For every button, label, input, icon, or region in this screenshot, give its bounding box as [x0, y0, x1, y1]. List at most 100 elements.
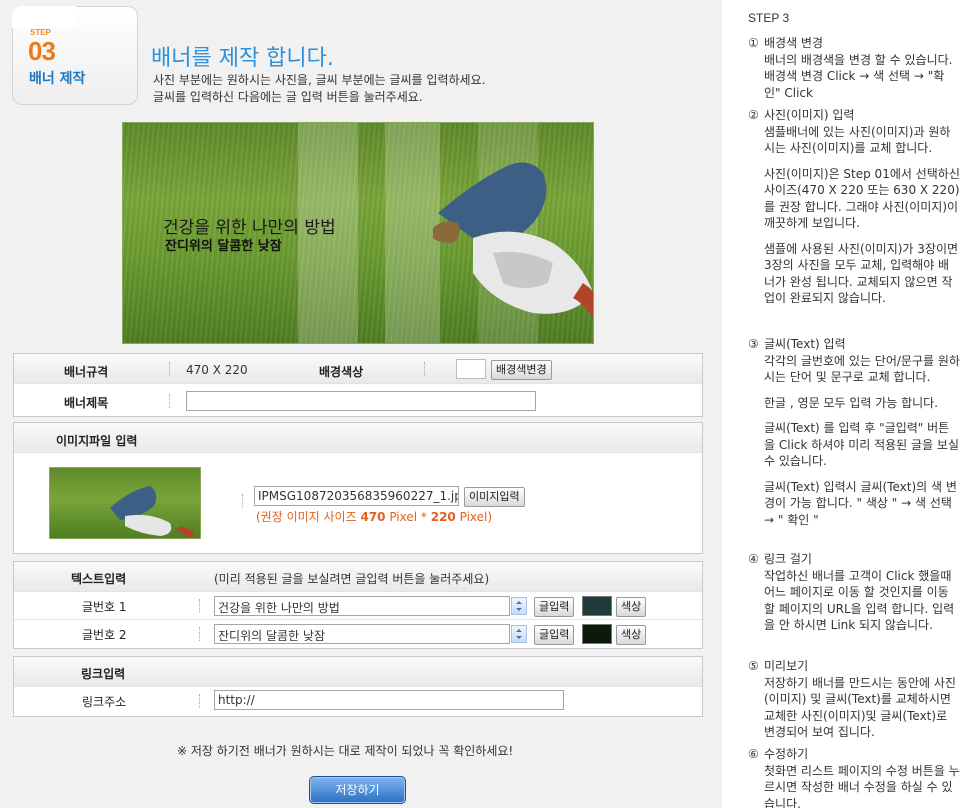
- text-row-1-color-swatch[interactable]: [582, 596, 612, 616]
- image-size-hint-height: 220: [430, 510, 456, 524]
- help-item-text-input: ③ 글씨(Text) 입력 각각의 글번호에 있는 단어/문구를 원하시는 단어…: [748, 336, 960, 528]
- help-item-number: ③: [748, 337, 759, 351]
- help-item-text: 글씨(Text) 를 입력 후 "글입력" 버튼을 Click 하셔야 미리 적…: [764, 421, 960, 468]
- image-input-label: 이미지파일 입력: [56, 434, 138, 448]
- text-input-panel: 텍스트입력 (미리 적용된 글을 보실려면 글입력 버튼을 눌러주세요) 글번호…: [13, 561, 703, 649]
- text-row-1-stepper[interactable]: [511, 597, 527, 615]
- help-item-text: 한글 , 영문 모두 입력 가능 합니다.: [764, 395, 939, 410]
- step-title: 배너 제작: [29, 71, 86, 87]
- step-number: 03: [28, 36, 56, 66]
- banner-editor: STEP 03 배너 제작 배너를 제작 합니다. 사진 부분에는 원하시는 사…: [0, 0, 722, 808]
- help-item-heading: 사진(이미지) 입력: [764, 108, 855, 122]
- divider: [199, 627, 200, 641]
- link-input-panel: 링크입력 링크주소 http://: [13, 656, 703, 717]
- text-row-1-input[interactable]: 건강을 위한 나만의 방법: [214, 596, 510, 616]
- image-upload-button[interactable]: 이미지입력: [464, 487, 525, 507]
- help-item-text: 글씨(Text) 입력시 글씨(Text)의 색 변경이 가능 합니다. " 색…: [764, 479, 957, 527]
- text-input-instruction: (미리 적용된 글을 보실려면 글입력 버튼을 눌러주세요): [214, 572, 490, 586]
- image-size-hint-prefix: (권장 이미지 사이즈: [256, 510, 361, 524]
- help-item-edit: ⑥ 수정하기 첫화면 리스트 페이지의 수정 버튼을 누르시면 작성한 배너 수…: [748, 746, 960, 808]
- text-row-2-label: 글번호 2: [82, 628, 127, 642]
- text-row-1: 글번호 1 건강을 위한 나만의 방법 글입력 색상: [14, 592, 702, 620]
- divider: [199, 599, 200, 613]
- page-description-line: 글씨를 입력하신 다음에는 글 입력 버튼을 눌러주세요.: [153, 90, 423, 104]
- banner-title-label: 배너제목: [64, 396, 109, 410]
- text-row-2: 글번호 2 잔디위의 달콤한 낮잠 글입력 색상: [14, 620, 702, 648]
- link-input-header: 링크입력: [14, 657, 702, 687]
- page-description-line: 사진 부분에는 원하시는 사진을, 글씨 부분에는 글씨를 입력하세요.: [153, 73, 486, 87]
- help-item-image-input: ② 사진(이미지) 입력 샘플배너에 있는 사진(이미지)과 원하시는 사진(이…: [748, 107, 960, 307]
- page-description: 사진 부분에는 원하시는 사진을, 글씨 부분에는 글씨를 입력하세요. 글씨를…: [153, 72, 485, 106]
- text-row-1-color-button[interactable]: 색상: [616, 597, 647, 617]
- save-button[interactable]: 저장하기: [309, 776, 406, 804]
- help-item-link: ④ 링크 걸기 작업하신 배너를 고객이 Click 했을때 어느 페이지로 이…: [748, 551, 960, 634]
- help-item-number: ⑤: [748, 659, 759, 673]
- banner-title-input[interactable]: [186, 391, 536, 411]
- text-row-2-color-button[interactable]: 색상: [616, 625, 647, 645]
- help-item-text: 배너의 배경색을 변경 할 수 있습니다. 배경색 변경 Click → 색 선…: [764, 52, 953, 100]
- link-address-row: 링크주소 http://: [14, 687, 702, 716]
- help-item-number: ⑥: [748, 747, 759, 761]
- help-item-number: ②: [748, 108, 759, 122]
- help-item-number: ④: [748, 552, 759, 566]
- text-row-1-label: 글번호 1: [82, 600, 127, 614]
- banner-spec-panel: 배너규격 470 X 220 배경색상 배경색변경 배너제목: [13, 353, 703, 417]
- divider: [242, 494, 243, 508]
- help-item-heading: 수정하기: [764, 747, 809, 761]
- help-item-background-color: ① 배경색 변경 배너의 배경색을 변경 할 수 있습니다. 배경색 변경 Cl…: [748, 35, 960, 101]
- image-input-panel: 이미지파일 입력 IPMSG108720356835960227_1.jpg 이…: [13, 422, 703, 554]
- image-input-body: IPMSG108720356835960227_1.jpg 이미지입력 (권장 …: [14, 454, 702, 553]
- banner-preview[interactable]: 건강을 위한 나만의 방법 잔디위의 달콤한 낮잠: [122, 122, 594, 344]
- help-item-heading: 링크 걸기: [764, 552, 812, 566]
- sidebar-title: STEP 3: [748, 11, 790, 25]
- background-color-swatch[interactable]: [456, 359, 486, 379]
- thumbnail-photo: [110, 486, 195, 538]
- banner-title-row: 배너제목: [14, 386, 702, 416]
- help-item-heading: 배경색 변경: [764, 36, 824, 50]
- text-row-2-input[interactable]: 잔디위의 달콤한 낮잠: [214, 624, 510, 644]
- help-item-heading: 미리보기: [764, 659, 809, 673]
- save-notice: ※ 저장 하기전 배너가 원하시는 대로 제작이 되었나 꼭 확인하세요!: [177, 744, 514, 758]
- image-size-hint: (권장 이미지 사이즈 470 Pixel * 220 Pixel): [256, 508, 492, 525]
- photo-slice-overlay: [385, 123, 440, 343]
- help-sidebar: STEP 3 ① 배경색 변경 배너의 배경색을 변경 할 수 있습니다. 배경…: [738, 0, 964, 808]
- image-size-hint-suffix: Pixel): [455, 510, 493, 524]
- text-row-2-color-swatch[interactable]: [582, 624, 612, 644]
- help-item-text: 작업하신 배너를 고객이 Click 했을때 어느 페이지로 이동 할 것인지를…: [764, 568, 955, 633]
- link-input-label: 링크입력: [81, 667, 126, 681]
- image-input-header: 이미지파일 입력: [14, 423, 702, 453]
- divider: [199, 694, 200, 708]
- change-background-color-button[interactable]: 배경색변경: [491, 360, 552, 380]
- help-item-text: 샘플배너에 있는 사진(이미지)과 원하시는 사진(이미지)를 교체 합니다.: [764, 124, 951, 156]
- help-item-number: ①: [748, 36, 759, 50]
- text-row-2-apply-button[interactable]: 글입력: [534, 625, 575, 645]
- help-item-preview: ⑤ 미리보기 저장하기 배너를 만드시는 동안에 사진(이미지) 및 글씨(Te…: [748, 658, 960, 741]
- text-input-header: 텍스트입력 (미리 적용된 글을 보실려면 글입력 버튼을 눌러주세요): [14, 562, 702, 592]
- help-item-text: 샘플에 사용된 사진(이미지)가 3장이면 3장의 사진을 모두 교체, 입력해…: [764, 241, 959, 306]
- banner-size-label: 배너규격: [64, 365, 109, 379]
- text-row-1-apply-button[interactable]: 글입력: [534, 597, 575, 617]
- divider: [424, 362, 425, 376]
- link-address-input[interactable]: http://: [214, 690, 564, 710]
- banner-size-row: 배너규격 470 X 220 배경색상 배경색변경: [14, 354, 702, 384]
- divider: [169, 394, 170, 408]
- image-size-hint-mid: Pixel *: [385, 510, 431, 524]
- text-row-2-stepper[interactable]: [511, 625, 527, 643]
- step-badge-tab: [12, 6, 76, 28]
- banner-size-value: 470 X 220: [186, 363, 248, 377]
- divider: [169, 362, 170, 376]
- help-item-text: 저장하기 배너를 만드시는 동안에 사진(이미지) 및 글씨(Text)를 교체…: [764, 675, 956, 740]
- image-filename-field[interactable]: IPMSG108720356835960227_1.jpg: [254, 486, 459, 506]
- help-item-text: 사진(이미지)은 Step 01에서 선택하신 사이즈(470 X 220 또는…: [764, 166, 960, 231]
- person-on-grass-image: [433, 162, 593, 318]
- help-item-heading: 글씨(Text) 입력: [764, 337, 846, 351]
- page-title: 배너를 제작 합니다.: [151, 46, 334, 71]
- text-input-label: 텍스트입력: [71, 572, 127, 586]
- help-item-text: 첫화면 리스트 페이지의 수정 버튼을 누르시면 작성한 배너 수정을 하실 수…: [764, 763, 960, 808]
- link-address-label: 링크주소: [82, 695, 127, 709]
- step-badge: STEP 03 배너 제작: [12, 6, 138, 105]
- banner-text-2[interactable]: 잔디위의 달콤한 낮잠: [165, 235, 282, 254]
- background-color-label: 배경색상: [319, 365, 364, 379]
- help-item-text: 각각의 글번호에 있는 단어/문구를 원하시는 단어 및 문구로 교체 합니다.: [764, 353, 960, 385]
- image-thumbnail: [49, 467, 201, 539]
